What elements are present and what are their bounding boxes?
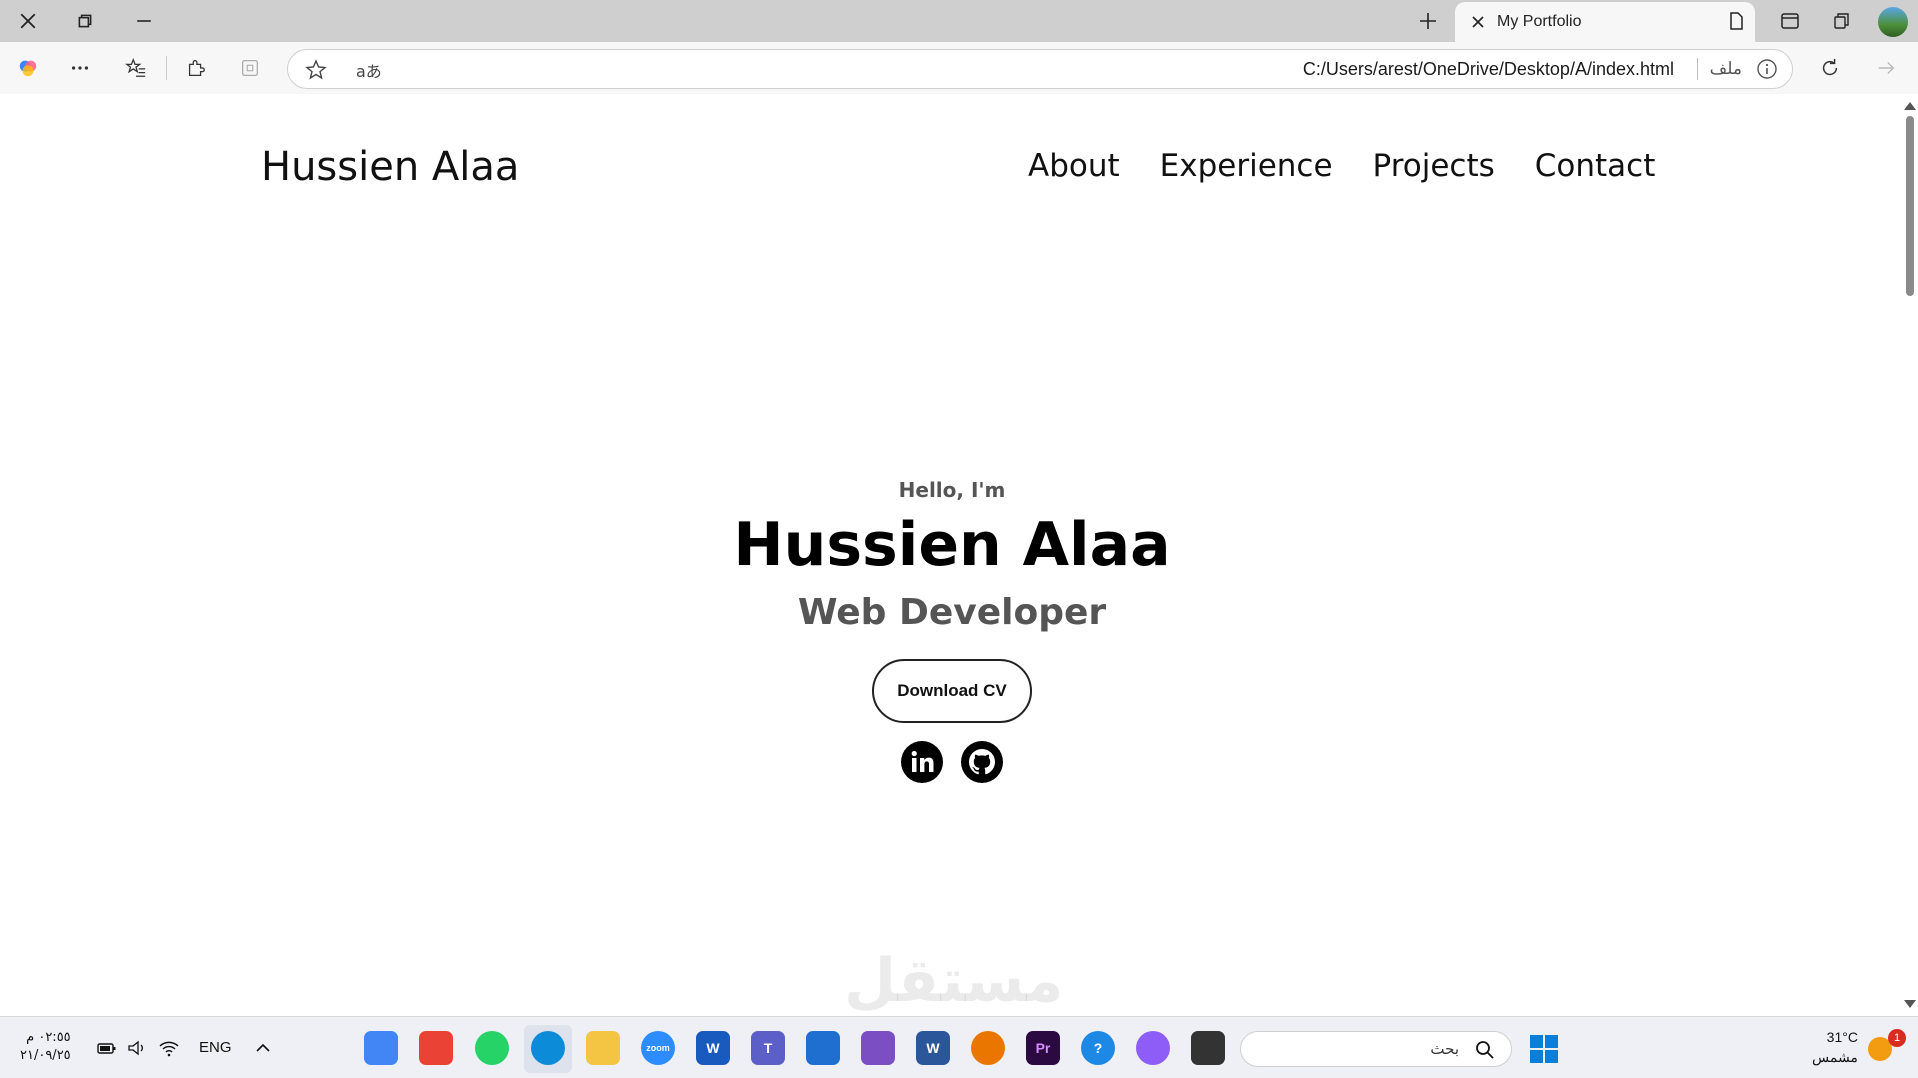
address-url[interactable]: C:/Users/arest/OneDrive/Desktop/A/index.…: [1303, 59, 1674, 80]
nav-projects[interactable]: Projects: [1373, 148, 1495, 184]
address-divider: [1697, 58, 1698, 80]
title-bar: My Portfolio: [0, 0, 1918, 42]
social-links: [4, 741, 1900, 783]
toolbar-divider: [166, 56, 167, 80]
download-cv-button[interactable]: Download CV: [872, 659, 1032, 723]
zoom-icon[interactable]: zoom: [641, 1031, 675, 1065]
vertical-scrollbar[interactable]: [1900, 94, 1918, 1016]
split-screen-button[interactable]: [1766, 0, 1814, 42]
address-bar[interactable]: aあ C:/Users/arest/OneDrive/Desktop/A/ind…: [287, 49, 1793, 89]
favorites-button[interactable]: [112, 42, 160, 94]
github-icon[interactable]: [961, 741, 1003, 783]
hero-greeting: Hello, I'm: [898, 478, 1006, 502]
watermark: مستقل: [844, 946, 1064, 1016]
read-aloud-button[interactable]: aあ: [356, 58, 382, 82]
more-dots-icon: [71, 66, 89, 70]
page-actions-button[interactable]: [1712, 0, 1760, 42]
weather-desc: مشمس: [1812, 1049, 1858, 1065]
minimize-icon: [137, 20, 151, 22]
chrome-h-icon[interactable]: [364, 1031, 398, 1065]
windows-logo-tile: [1530, 1035, 1543, 1048]
weather-temp: 31°C: [1826, 1029, 1858, 1045]
copilot-icon[interactable]: [1136, 1031, 1170, 1065]
linkedin-icon[interactable]: [901, 741, 943, 783]
terminal-icon[interactable]: [1191, 1031, 1225, 1065]
chevron-up-icon[interactable]: [252, 1037, 274, 1059]
visual-studio-icon[interactable]: [861, 1031, 895, 1065]
wifi-icon[interactable]: [158, 1037, 180, 1059]
site-nav: About Experience Projects Contact: [1028, 148, 1655, 184]
volume-icon[interactable]: [126, 1037, 148, 1059]
settings-more-button[interactable]: [56, 42, 104, 94]
system-clock[interactable]: ٠٢:٥٥ م ٢١/٠٩/٢٥: [20, 1029, 71, 1065]
blender-icon[interactable]: [971, 1031, 1005, 1065]
hero-section: Hello, I'm Hussien Alaa Web Developer Do…: [4, 478, 1900, 783]
help-icon[interactable]: ?: [1081, 1031, 1115, 1065]
nav-about[interactable]: About: [1028, 148, 1120, 184]
tab-close-icon[interactable]: [1471, 15, 1485, 29]
windows-logo-tile: [1530, 1050, 1543, 1063]
plus-icon: [1420, 13, 1436, 29]
clock-date: ٢١/٠٩/٢٥: [20, 1048, 71, 1063]
search-placeholder: بحث: [1430, 1040, 1459, 1058]
collections-button[interactable]: [1818, 0, 1866, 42]
site-logo[interactable]: Hussien Alaa: [261, 144, 519, 190]
minimize-window-button[interactable]: [116, 0, 172, 42]
scroll-up-arrow[interactable]: [1904, 102, 1916, 110]
windows-logo-tile: [1545, 1035, 1558, 1048]
puzzle-icon: [188, 60, 205, 76]
premiere-icon[interactable]: Pr: [1026, 1031, 1060, 1065]
hero-name: Hussien Alaa: [733, 510, 1171, 580]
close-icon: [20, 13, 36, 29]
address-scheme-label: ملف: [1709, 59, 1742, 78]
restore-icon: [78, 14, 92, 28]
close-window-button[interactable]: [0, 0, 56, 42]
word-icon[interactable]: W: [696, 1031, 730, 1065]
search-icon: [1476, 1041, 1494, 1059]
tab-my-portfolio[interactable]: My Portfolio: [1455, 2, 1755, 42]
new-tab-button[interactable]: [1404, 0, 1452, 42]
refresh-button[interactable]: [1806, 42, 1854, 94]
store-icon[interactable]: [806, 1031, 840, 1065]
hero-role: Web Developer: [797, 592, 1107, 633]
document-icon: [1730, 12, 1743, 30]
whatsapp-icon[interactable]: [475, 1031, 509, 1065]
extensions-button[interactable]: [172, 42, 220, 94]
taskbar-search[interactable]: بحث: [1240, 1031, 1512, 1067]
forward-button[interactable]: [1862, 42, 1910, 94]
split-screen-icon: [1781, 13, 1799, 29]
info-icon[interactable]: [1756, 58, 1778, 80]
battery-icon[interactable]: [96, 1037, 118, 1059]
start-button[interactable]: [1530, 1035, 1558, 1063]
tab-actions-button[interactable]: [226, 42, 274, 94]
notification-badge: 1: [1888, 1029, 1906, 1047]
scroll-thumb[interactable]: [1906, 116, 1914, 296]
restore-window-button[interactable]: [57, 0, 113, 42]
teams-icon[interactable]: T: [751, 1031, 785, 1065]
language-indicator[interactable]: ENG: [199, 1039, 232, 1056]
favorites-list-icon: [125, 58, 146, 77]
nav-contact[interactable]: Contact: [1535, 148, 1656, 184]
file-explorer-icon[interactable]: [586, 1031, 620, 1065]
windows-logo-tile: [1545, 1050, 1558, 1063]
nav-experience[interactable]: Experience: [1160, 148, 1333, 184]
windows-taskbar: ٠٢:٥٥ م ٢١/٠٩/٢٥ ENG zoom W T W Pr ? بحث…: [0, 1016, 1918, 1078]
page-viewport: Hussien Alaa About Experience Projects C…: [4, 94, 1900, 1016]
favorite-star-icon[interactable]: [304, 58, 328, 82]
profile-avatar[interactable]: [1878, 7, 1908, 37]
chrome-h2-icon[interactable]: [419, 1031, 453, 1065]
clock-time: ٠٢:٥٥ م: [26, 1030, 71, 1045]
arrow-right-icon: [1878, 61, 1895, 75]
edge-icon[interactable]: [531, 1031, 565, 1065]
copilot-icon: [19, 60, 37, 77]
refresh-icon: [1822, 58, 1838, 76]
tab-square-icon: [242, 60, 258, 76]
tab-title: My Portfolio: [1497, 13, 1582, 30]
copilot-button[interactable]: [4, 42, 52, 94]
collections-icon: [1834, 13, 1849, 29]
scroll-down-arrow[interactable]: [1904, 1000, 1916, 1008]
weather-widget[interactable]: 31°C مشمس: [1812, 1027, 1858, 1067]
word2-icon[interactable]: W: [916, 1031, 950, 1065]
